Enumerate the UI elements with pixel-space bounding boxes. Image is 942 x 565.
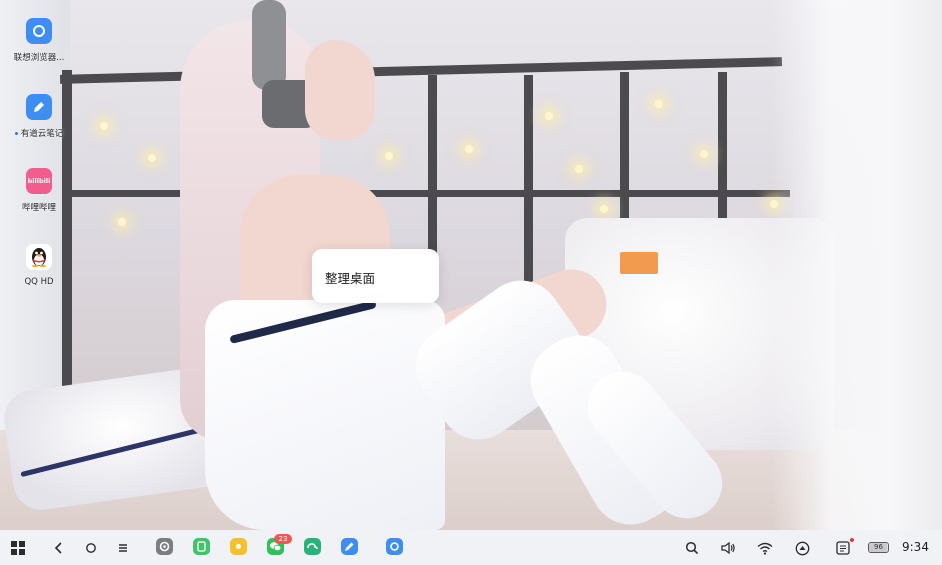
wallpaper-light xyxy=(575,165,583,173)
wallpaper-bed-post-c xyxy=(620,72,629,222)
wallpaper-light xyxy=(118,218,126,226)
menu-lines-icon[interactable] xyxy=(112,537,134,559)
start-grid-icon[interactable] xyxy=(7,537,29,559)
wallpaper-pillow-tag xyxy=(620,252,658,274)
wallpaper-light xyxy=(545,112,553,120)
wallpaper-bed-rail-top xyxy=(59,57,783,84)
desktop-context-menu: 整理桌面 xyxy=(312,249,439,303)
menu-item-arrange-desktop[interactable]: 整理桌面 xyxy=(325,268,375,287)
notification-dot xyxy=(850,538,854,542)
wallpaper-headphone-band xyxy=(252,0,286,90)
desktop-wallpaper xyxy=(0,0,942,530)
desktop-icon-label-text: 有道云笔记 xyxy=(20,129,64,139)
wifi-icon[interactable] xyxy=(754,537,776,559)
wallpaper-light xyxy=(600,205,608,213)
note-pen-icon xyxy=(26,94,52,120)
desktop-icon-youdao-note[interactable]: 有道云笔记 xyxy=(7,94,71,139)
wallpaper-light xyxy=(465,145,473,153)
back-icon[interactable] xyxy=(48,537,70,559)
desktop-icon-browser[interactable]: 联想浏览器... xyxy=(7,18,71,63)
home-circle-icon[interactable] xyxy=(80,537,102,559)
volume-icon[interactable] xyxy=(717,537,739,559)
browser-app-icon[interactable] xyxy=(386,538,403,555)
eject-icon[interactable] xyxy=(791,537,813,559)
wallpaper-light xyxy=(655,100,663,108)
qq-penguin-icon xyxy=(26,244,52,270)
desktop-icon-label: 有道云笔记 xyxy=(7,127,71,139)
wallpaper-bed-post-b xyxy=(524,75,533,285)
yellow-app-icon[interactable] xyxy=(230,538,247,555)
wallpaper-light xyxy=(100,122,108,130)
wallpaper-figure-face xyxy=(305,40,375,140)
new-indicator-dot xyxy=(14,132,18,135)
clock-time[interactable]: 9:34 xyxy=(902,540,929,554)
desktop-icon-label: 哔哩哔哩 xyxy=(21,203,56,213)
bilibili-logo-text: bilibili xyxy=(27,177,51,185)
desktop-icon-bilibili[interactable]: bilibili 哔哩哔哩 xyxy=(7,168,71,213)
wallpaper-light xyxy=(385,152,393,160)
wechat-unread-badge: 23 xyxy=(274,534,292,544)
wallpaper-light xyxy=(148,154,156,162)
wallpaper-light xyxy=(700,150,708,158)
note-app-icon[interactable] xyxy=(341,538,358,555)
browser-ring-icon xyxy=(26,18,52,44)
wallpaper-curtain xyxy=(772,0,942,530)
taskbar: 23 96 9:34 xyxy=(0,530,942,565)
green-app-icon[interactable] xyxy=(193,538,210,555)
settings-app-icon[interactable] xyxy=(156,538,173,555)
battery-indicator[interactable]: 96 xyxy=(868,542,889,553)
search-icon[interactable] xyxy=(681,537,703,559)
cloud-app-icon[interactable] xyxy=(304,538,321,555)
battery-percent: 96 xyxy=(874,543,883,551)
wallpaper-bed-post-d xyxy=(718,72,727,222)
desktop-icon-label: 联想浏览器... xyxy=(13,53,65,63)
desktop-icon-label: QQ HD xyxy=(24,277,54,287)
bilibili-icon: bilibili xyxy=(26,168,52,194)
desktop-icon-qq-hd[interactable]: QQ HD xyxy=(7,244,71,287)
